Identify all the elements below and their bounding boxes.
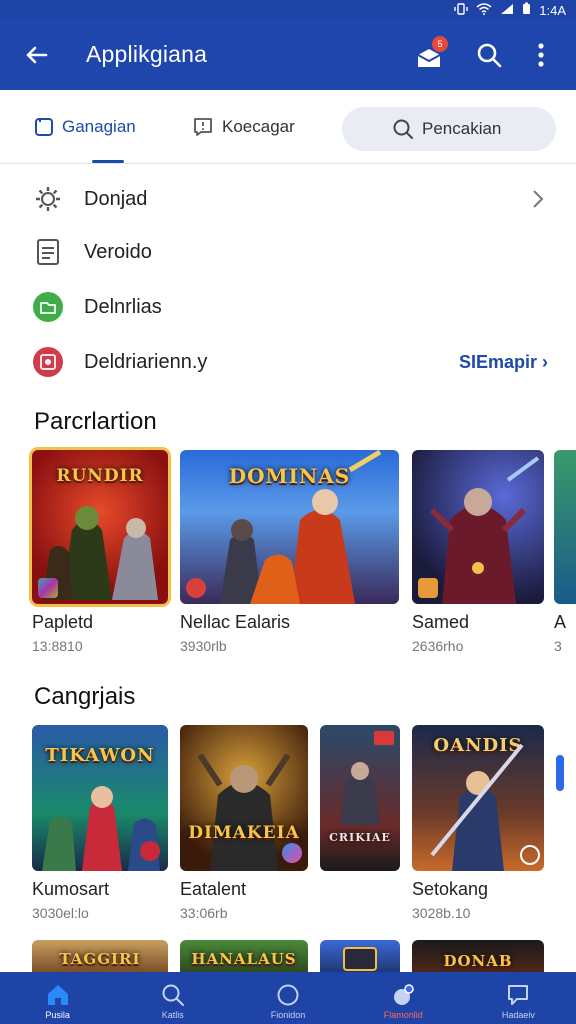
message-icon [194, 118, 212, 136]
gear-icon [36, 187, 60, 211]
game-meta: 3028b.10 [412, 905, 471, 921]
signal-icon [500, 3, 514, 18]
menu-item-label: Donjad [84, 187, 148, 210]
notification-badge: 5 [432, 36, 448, 52]
nav-item-chat[interactable]: Hadaeiv [461, 972, 576, 1024]
menu-item-deldriarienny[interactable]: Deldriarienn.y SIEmapir › [0, 335, 576, 389]
menu-item-label: Delnrlias [84, 295, 162, 318]
tab-label: Ganagian [62, 117, 136, 136]
section-title: Parcrlartion [34, 408, 157, 435]
nav-item-center[interactable]: Fionidon [230, 972, 345, 1024]
status-bar: 1:4A [0, 0, 576, 20]
inbox-button[interactable]: 5 [414, 36, 448, 72]
back-arrow-icon [26, 46, 48, 64]
chat-icon [508, 985, 529, 1005]
app-badge-icon [186, 578, 206, 598]
game-thumbnail: TIKAWON [32, 725, 168, 871]
game-title: A [554, 612, 567, 632]
menu-item-delnrlias[interactable]: Delnrlias [0, 280, 576, 334]
home-icon [47, 985, 68, 1005]
circle-icon [277, 984, 299, 1006]
game-title: Papletd [32, 612, 94, 632]
bottom-navigation: Pusila Katlis Fionidon Flamonlid Hadaeiv [0, 972, 576, 1024]
thumbnail-art-text: HANALAUS [191, 950, 297, 968]
status-time: 1:4A [539, 2, 566, 18]
section-title: Cangrjais [34, 683, 136, 710]
game-thumbnail [412, 450, 544, 604]
nav-item-notifications[interactable]: Flamonlid [346, 972, 461, 1024]
search-icon [162, 984, 184, 1006]
game-meta: 13:8810 [32, 638, 83, 654]
game-thumbnail [554, 450, 576, 604]
character-art-icon [220, 450, 382, 604]
nav-label: Fionidon [270, 1010, 306, 1020]
menu-item-label: Veroido [84, 240, 152, 263]
nav-label: Hadaeiv [501, 1010, 535, 1020]
game-thumbnail: DOMINAS [180, 450, 399, 604]
game-meta: 3930rlb [180, 638, 227, 654]
game-meta: 3 [554, 638, 562, 654]
nav-item-search[interactable]: Katlis [115, 972, 230, 1024]
vibrate-icon [454, 2, 468, 18]
game-thumbnail: CRIKIAE [320, 725, 400, 871]
notification-icon [394, 984, 414, 1005]
search-button[interactable] [474, 38, 508, 72]
see-more-link[interactable]: SIEmapir › [459, 352, 548, 373]
search-field[interactable]: Pencakian [342, 107, 556, 151]
game-thumbnail: OANDIS [412, 725, 544, 871]
search-placeholder: Pencakian [422, 119, 502, 138]
tab-indicator [92, 160, 124, 163]
chevron-right-icon [533, 190, 544, 208]
nav-item-home[interactable]: Pusila [0, 972, 115, 1024]
menu-item-label: Deldriarienn.y [84, 350, 208, 373]
thumbnail-art-text: DONAB [443, 952, 513, 970]
game-thumbnail: RUNDIR [32, 450, 168, 604]
media-icon [33, 347, 63, 377]
tablet-icon [35, 118, 53, 136]
app-bar: Applikgiana 5 [0, 20, 576, 90]
game-meta: 33:06rb [180, 905, 228, 921]
tab-label: Koecagar [222, 117, 295, 136]
app-badge-icon [282, 843, 302, 863]
nav-label: Katlis [161, 1010, 184, 1020]
search-icon [393, 119, 413, 139]
tab-ganagian[interactable]: Ganagian [34, 90, 136, 164]
scroll-indicator[interactable] [556, 755, 564, 791]
game-title: Nellac Ealaris [180, 612, 291, 632]
thumbnail-art-text: CRIKIAE [329, 831, 391, 844]
page-title: Applikgiana [86, 41, 208, 67]
folder-icon [33, 292, 63, 322]
app-badge-icon [38, 578, 58, 598]
app-badge-icon [418, 578, 438, 598]
back-button[interactable] [22, 40, 52, 70]
character-art-icon [430, 743, 540, 871]
game-meta: 2636rho [412, 638, 464, 654]
character-art-icon [340, 731, 394, 825]
game-title: Setokang [412, 879, 489, 899]
game-title: Kumosart [32, 879, 110, 899]
game-thumbnail: DIMAKEIA [180, 725, 308, 871]
app-badge-icon [140, 841, 160, 861]
more-options-button[interactable] [526, 38, 560, 72]
search-icon [477, 43, 502, 68]
document-icon [37, 239, 59, 265]
game-title: Samed [412, 612, 470, 632]
see-more-label: SIEmapir [458, 351, 537, 372]
menu-item-veroido[interactable]: Veroido [0, 225, 576, 279]
thumbnail-art-text: TAGGIRI [59, 950, 141, 968]
nav-label: Flamonlid [383, 1010, 423, 1020]
battery-icon [522, 2, 531, 18]
thumbnail-art-text: DIMAKEIA [188, 823, 300, 843]
game-title: Eatalent [180, 879, 247, 899]
nav-label: Pusila [45, 1010, 70, 1020]
menu-item-donjad[interactable]: Donjad [0, 172, 576, 226]
more-vertical-icon [538, 43, 544, 67]
tab-koecagar[interactable]: Koecagar [192, 90, 295, 164]
app-screen: 1:4A Applikgiana 5 Ganagian Koecagar Pen… [0, 0, 576, 1024]
game-meta: 3030el:lo [32, 905, 89, 921]
wifi-icon [476, 2, 492, 18]
